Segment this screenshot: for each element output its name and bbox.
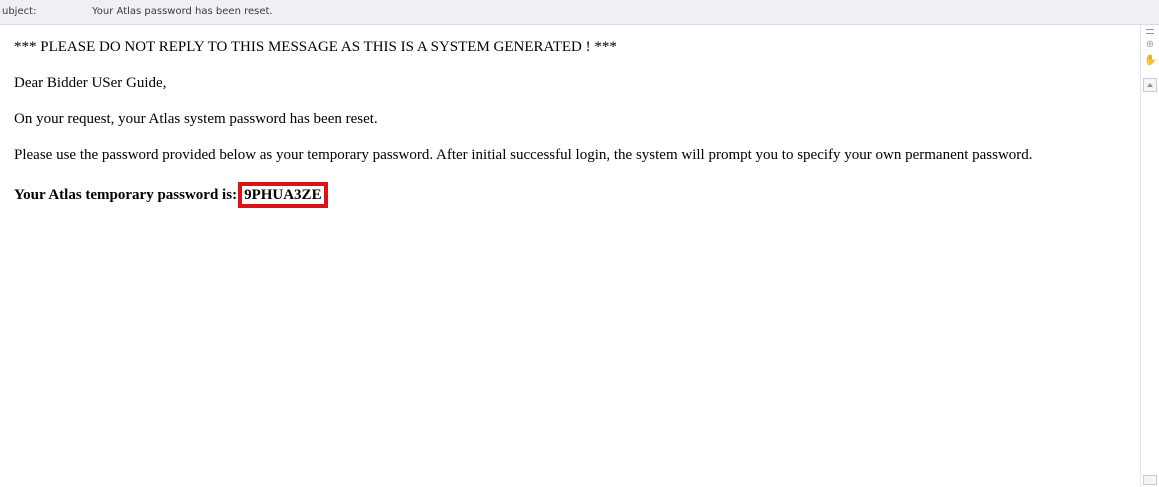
scroll-down-button[interactable] [1143, 475, 1157, 485]
vertical-scrollbar[interactable]: ⊕ ✋ [1140, 25, 1159, 487]
no-reply-notice: *** PLEASE DO NOT REPLY TO THIS MESSAGE … [14, 39, 617, 55]
instructions: Please use the password provided below a… [14, 147, 1033, 163]
subject-bar: ubject: Your Atlas password has been res… [0, 0, 1159, 25]
password-label: Your Atlas temporary password is: [14, 187, 238, 203]
scroll-up-arrow-icon[interactable] [1143, 78, 1157, 92]
temporary-password-value: 9PHUA3ZE [244, 187, 322, 203]
zoom-icon[interactable]: ⊕ [1144, 39, 1156, 51]
subject-label: ubject: [2, 6, 37, 17]
message-body: *** PLEASE DO NOT REPLY TO THIS MESSAGE … [14, 38, 1134, 226]
email-reading-pane: ubject: Your Atlas password has been res… [0, 0, 1159, 487]
reset-confirmation: On your request, your Atlas system passw… [14, 111, 378, 127]
greeting: Dear Bidder USer Guide, [14, 75, 167, 91]
password-highlight-box: 9PHUA3ZE [238, 182, 328, 208]
temporary-password-line: Your Atlas temporary password is: 9PHUA3Z… [14, 182, 1134, 208]
subject-value: Your Atlas password has been reset. [92, 6, 273, 17]
hand-icon[interactable]: ✋ [1144, 55, 1156, 67]
grip-icon [1146, 29, 1154, 34]
